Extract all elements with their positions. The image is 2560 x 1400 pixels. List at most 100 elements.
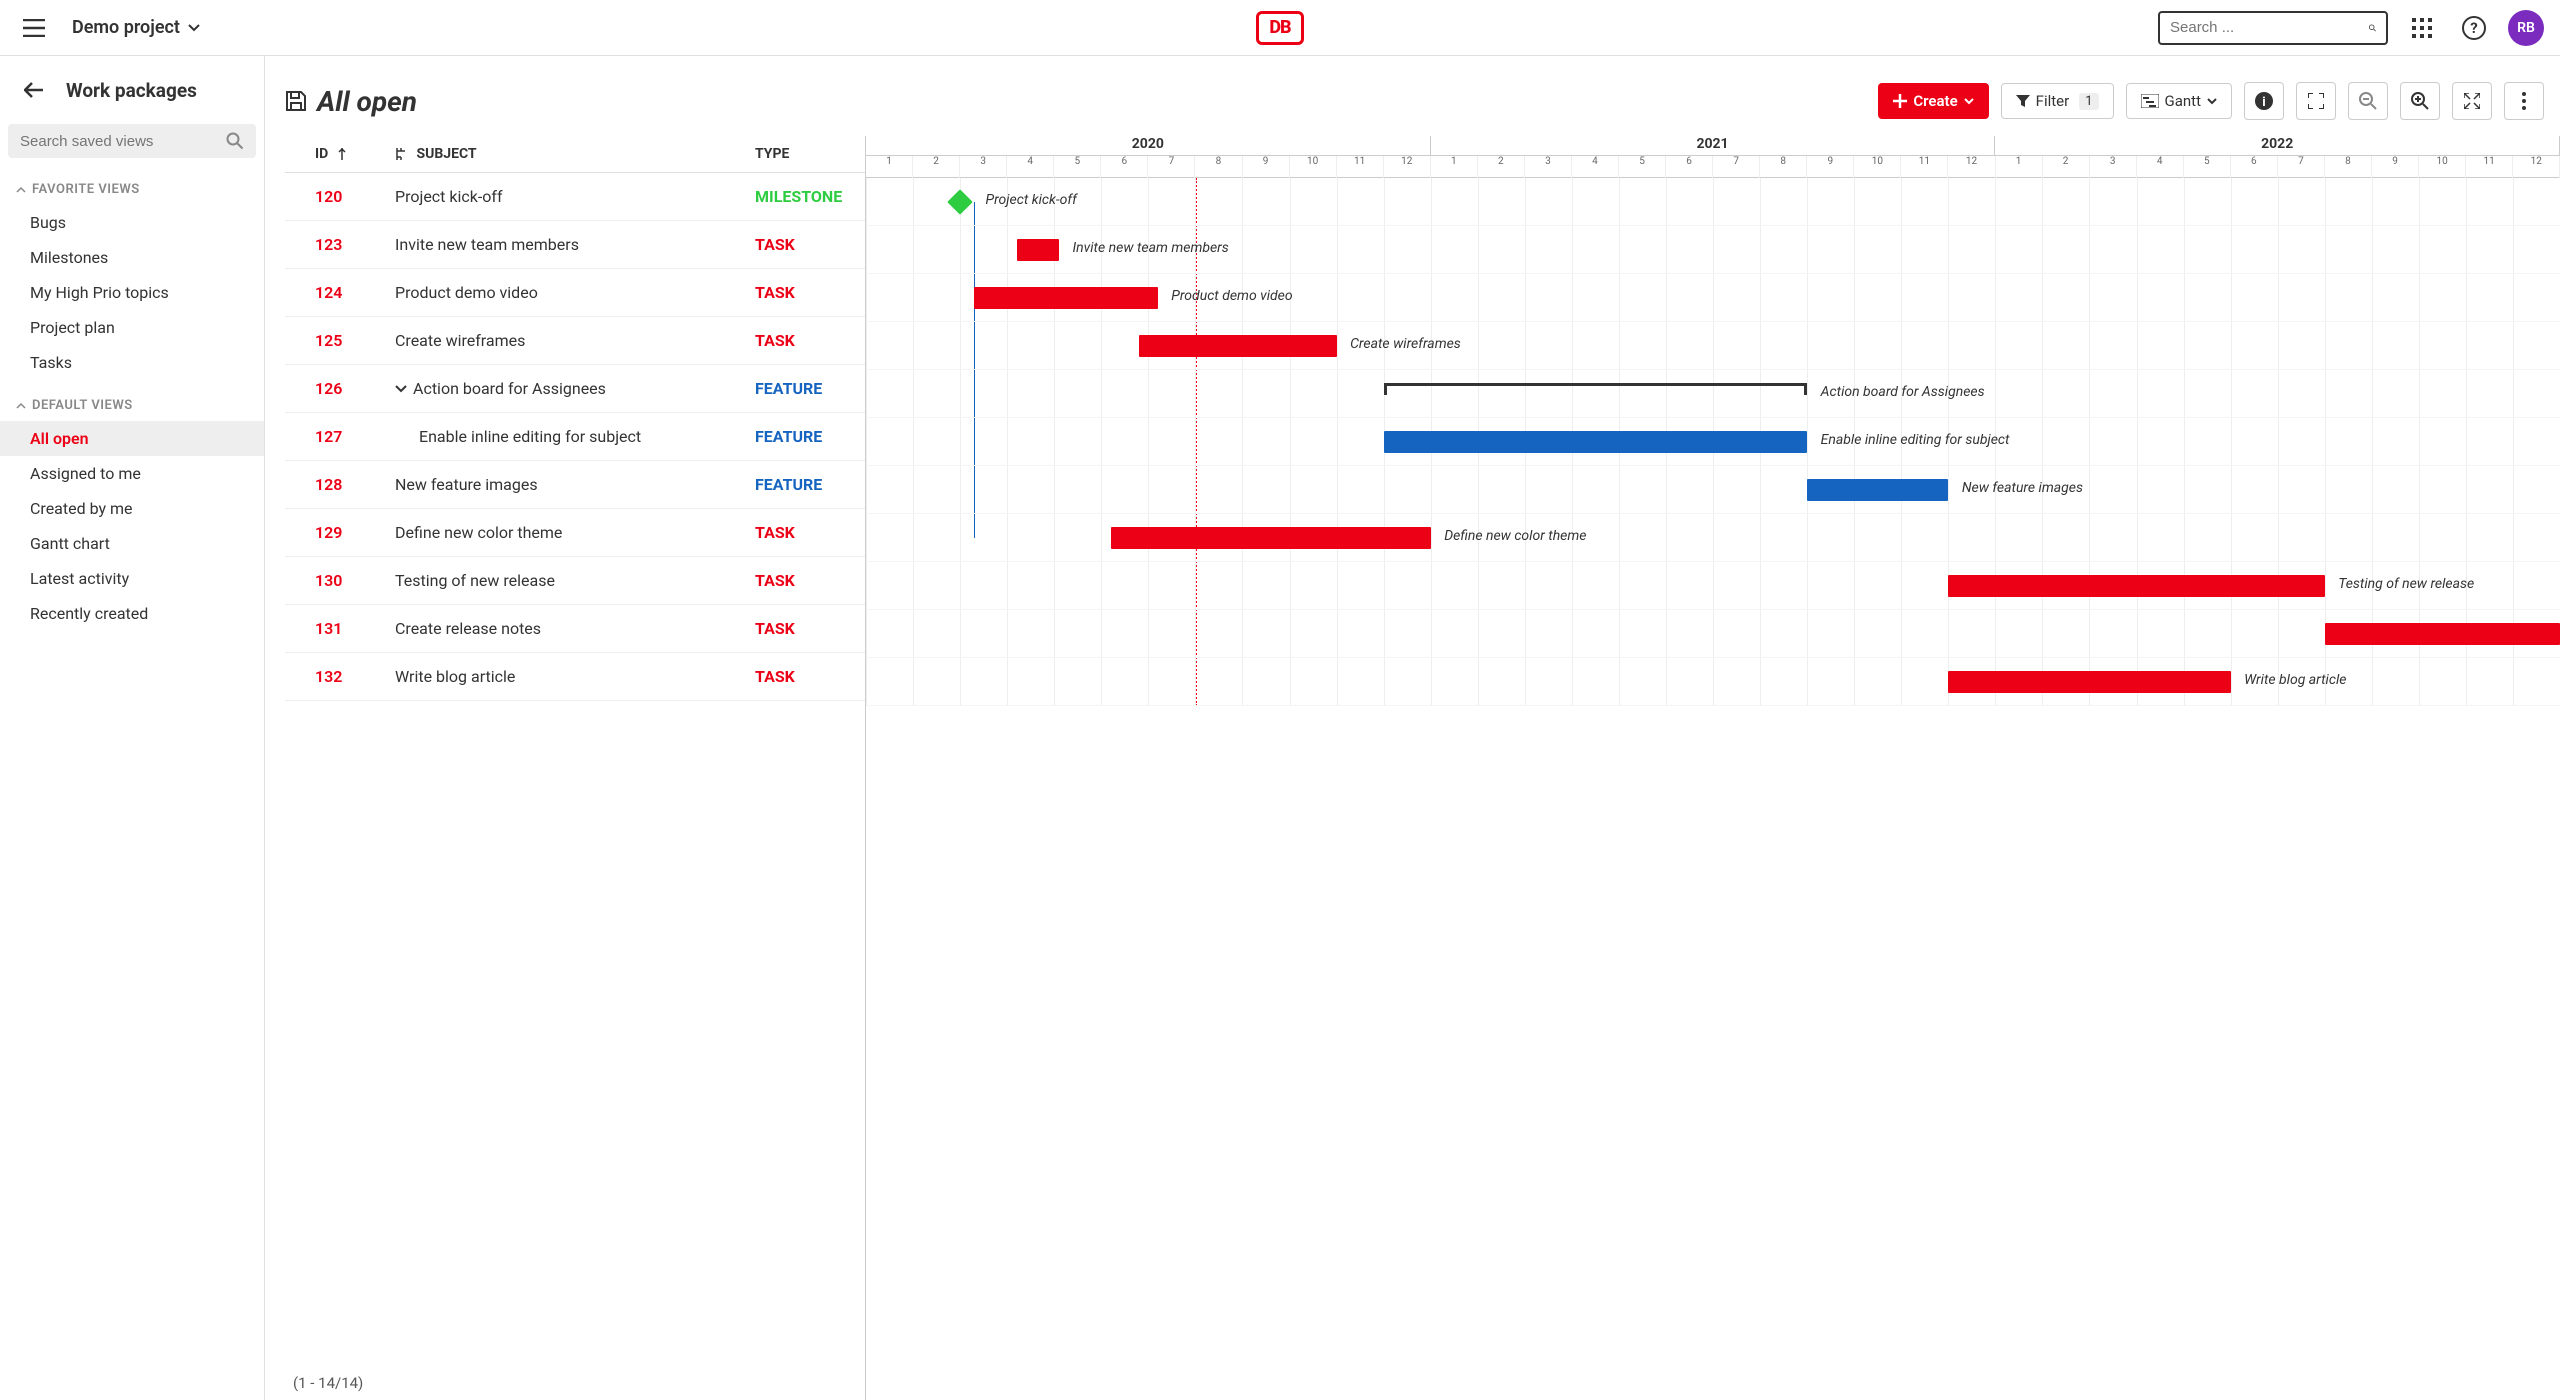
cell-id[interactable]: 126 [285,379,395,398]
fullscreen-button[interactable] [2452,82,2492,120]
cell-type: TASK [755,619,865,638]
cell-subject[interactable]: Write blog article [395,667,755,686]
gantt-bar[interactable] [2325,623,2560,645]
create-button[interactable]: Create [1878,83,1988,119]
gantt-row: Action board for Assignees [866,370,2560,418]
sidebar-item[interactable]: Project plan [0,310,264,345]
app-grid-icon[interactable] [2404,10,2440,46]
cell-id[interactable]: 132 [285,667,395,686]
cell-subject[interactable]: Invite new team members [395,235,755,254]
gantt-year-label: 2021 [1431,136,1996,155]
caret-down-icon [188,24,200,32]
cell-id[interactable]: 130 [285,571,395,590]
sidebar-item[interactable]: Assigned to me [0,456,264,491]
sidebar-item[interactable]: Tasks [0,345,264,380]
table-row[interactable]: 124Product demo videoTASK [285,269,865,317]
gantt-bar[interactable] [1384,431,1808,453]
sidebar-section-favorite[interactable]: FAVORITE VIEWS [0,174,264,205]
gantt-bar[interactable] [1948,671,2230,693]
hamburger-menu-icon[interactable] [16,10,52,46]
table-row[interactable]: 130Testing of new releaseTASK [285,557,865,605]
gantt-month-cell: 3 [960,156,1007,178]
cell-subject[interactable]: Create release notes [395,619,755,638]
global-search[interactable] [2158,11,2388,45]
gantt-bar[interactable] [1111,527,1431,549]
gantt-group-bar[interactable] [1384,383,1808,393]
gantt-month-cell: 4 [1007,156,1054,178]
sidebar-item[interactable]: All open [0,421,264,456]
sort-asc-icon [338,148,346,160]
sidebar-item[interactable]: Latest activity [0,561,264,596]
cell-id[interactable]: 129 [285,523,395,542]
cell-type: TASK [755,235,865,254]
project-selector[interactable]: Demo project [72,17,200,38]
expand-toggle-icon[interactable] [395,385,407,393]
back-arrow-icon[interactable] [16,72,52,108]
sidebar-section-default[interactable]: DEFAULT VIEWS [0,390,264,421]
gantt-month-cell: 10 [1854,156,1901,178]
zoom-out-button[interactable] [2348,82,2388,120]
sidebar-item[interactable]: Gantt chart [0,526,264,561]
save-icon[interactable] [285,90,307,112]
cell-id[interactable]: 125 [285,331,395,350]
view-mode-button[interactable]: Gantt [2126,83,2232,119]
subject-text: Define new color theme [395,523,562,542]
gantt-milestone[interactable] [947,189,972,214]
table-row[interactable]: 120Project kick-offMILESTONE [285,173,865,221]
cell-subject[interactable]: Define new color theme [395,523,755,542]
cell-id[interactable]: 128 [285,475,395,494]
gantt-bar[interactable] [1139,335,1337,357]
sidebar-item[interactable]: Bugs [0,205,264,240]
table-row[interactable]: 128New feature imagesFEATURE [285,461,865,509]
table-row[interactable]: 125Create wireframesTASK [285,317,865,365]
subject-text: Product demo video [395,283,538,302]
cell-id[interactable]: 131 [285,619,395,638]
gantt-bar[interactable] [1807,479,1948,501]
pagination-info: (1 - 14/14) [285,1358,865,1400]
sidebar-search[interactable] [8,124,256,158]
column-header-type[interactable]: TYPE [755,146,865,162]
cell-id[interactable]: 120 [285,187,395,206]
cell-subject[interactable]: Action board for Assignees [395,379,755,398]
table-row[interactable]: 126Action board for AssigneesFEATURE [285,365,865,413]
column-header-id[interactable]: ID [285,146,395,162]
user-avatar[interactable]: RB [2508,10,2544,46]
sidebar-item[interactable]: My High Prio topics [0,275,264,310]
filter-button[interactable]: Filter 1 [2001,83,2114,119]
gantt-bar[interactable] [1017,239,1059,261]
sidebar-item[interactable]: Milestones [0,240,264,275]
cell-subject[interactable]: Enable inline editing for subject [395,427,755,446]
cell-subject[interactable]: Project kick-off [395,187,755,206]
chevron-up-icon [16,186,26,193]
sidebar-search-input[interactable] [20,133,226,150]
cell-id[interactable]: 124 [285,283,395,302]
more-menu-button[interactable] [2504,82,2544,120]
column-header-subject[interactable]: SUBJECT [395,146,755,162]
gantt-chart[interactable]: 202020212022 123456789101112123456789101… [865,136,2560,1400]
table-row[interactable]: 127Enable inline editing for subjectFEAT… [285,413,865,461]
cell-id[interactable]: 127 [285,427,395,446]
table-row[interactable]: 132Write blog articleTASK [285,653,865,701]
help-icon[interactable]: ? [2456,10,2492,46]
gantt-month-cell: 2 [1478,156,1525,178]
cell-subject[interactable]: Create wireframes [395,331,755,350]
zen-mode-button[interactable] [2296,82,2336,120]
info-button[interactable]: i [2244,82,2284,120]
cell-subject[interactable]: Testing of new release [395,571,755,590]
cell-subject[interactable]: Product demo video [395,283,755,302]
cell-id[interactable]: 123 [285,235,395,254]
cell-subject[interactable]: New feature images [395,475,755,494]
sidebar-item[interactable]: Recently created [0,596,264,631]
table-row[interactable]: 131Create release notesTASK [285,605,865,653]
gantt-bar-label: New feature images [1962,480,2083,496]
zoom-in-button[interactable] [2400,82,2440,120]
sidebar-item[interactable]: Created by me [0,491,264,526]
gantt-bar[interactable] [974,287,1158,309]
cell-type: FEATURE [755,379,865,398]
subject-text: Create wireframes [395,331,525,350]
gantt-bar[interactable] [1948,575,2324,597]
table-row[interactable]: 123Invite new team membersTASK [285,221,865,269]
table-row[interactable]: 129Define new color themeTASK [285,509,865,557]
global-search-input[interactable] [2170,19,2369,36]
gantt-row: Define new color theme [866,514,2560,562]
